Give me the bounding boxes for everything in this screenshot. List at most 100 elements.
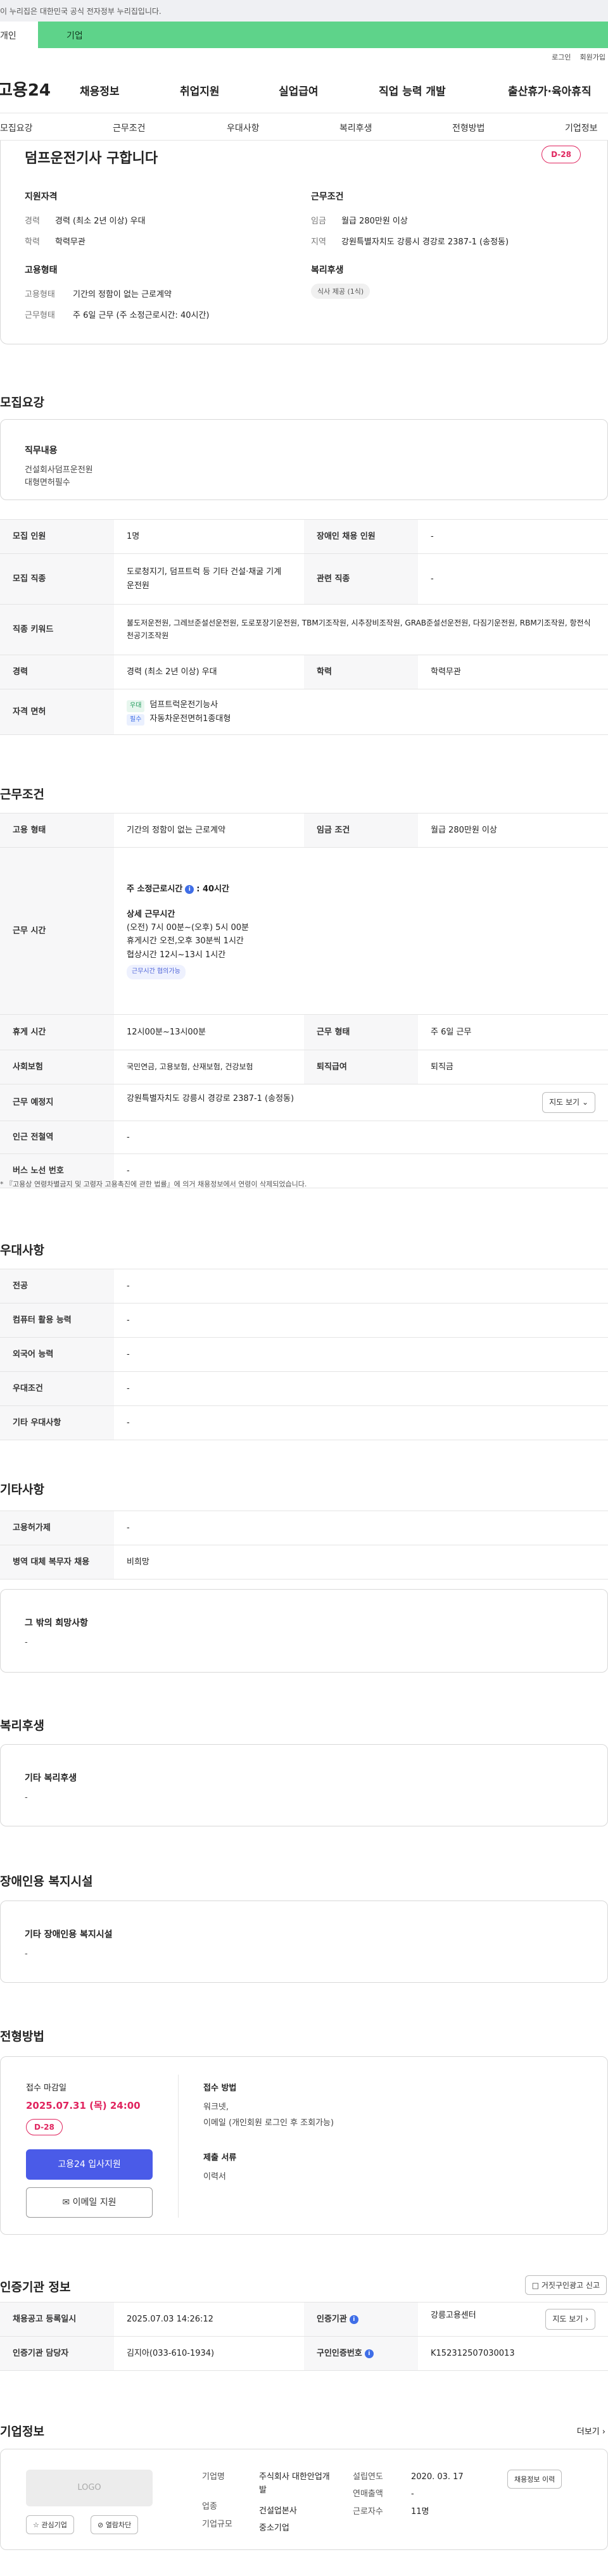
etc-section-title: 기타사항 xyxy=(0,1483,44,1497)
apply-online-button[interactable]: 고용24 입사지원 xyxy=(26,2149,153,2180)
tab-personal[interactable]: 개인 xyxy=(0,22,38,48)
wish-box: 그 밖의 희망사항 - xyxy=(0,1589,608,1673)
method-line: 이메일 (개인회원 로그인 후 조회가능) xyxy=(203,2118,334,2128)
cell-key: 사회보험 xyxy=(0,1050,114,1084)
job-history-button[interactable]: 채용정보 이력 xyxy=(507,2470,562,2489)
company-section-title: 기업정보 xyxy=(0,2425,44,2439)
num-key: 구인인증번호 xyxy=(317,2348,362,2358)
location-value: 강원특별자치도 강릉시 경강로 2387-1 (송정동) xyxy=(127,1093,294,1103)
email-apply-button[interactable]: ✉ 이메일 지원 xyxy=(26,2187,153,2218)
company-key: 기업규모 xyxy=(202,2519,232,2529)
info-icon[interactable]: i xyxy=(364,2349,374,2358)
duty-line: 대형면허필수 xyxy=(25,478,70,488)
document-icon: □ xyxy=(531,2281,540,2290)
cell-value: - xyxy=(114,1303,608,1338)
email-apply-label: 이메일 지원 xyxy=(72,2197,117,2208)
cert-section-title: 인증기관 정보 xyxy=(0,2280,71,2294)
favorite-label: 관심기업 xyxy=(41,2521,67,2529)
report-fake-ad-button[interactable]: □ 거짓구인광고 신고 xyxy=(524,2275,607,2295)
company-logo-placeholder: LOGO xyxy=(26,2470,153,2506)
disab-section-title: 장애인용 복지시설 xyxy=(0,1875,93,1888)
anchor-recruit[interactable]: 모집요강 xyxy=(0,122,33,134)
license-name: 자동차운전면허1종대형 xyxy=(149,713,231,724)
gnb-item-support[interactable]: 취업지원 xyxy=(180,82,220,98)
docs-label: 제출 서류 xyxy=(203,2153,237,2163)
apply-box: 접수 마감일 2025.07.31 (목) 24:00 D-28 고용24 입사… xyxy=(0,2056,608,2235)
block-view-button[interactable]: ⊘ 열람차단 xyxy=(91,2515,139,2534)
gnb-item-jobs[interactable]: 채용정보 xyxy=(80,82,120,98)
welfare-section-title: 복리후생 xyxy=(0,1719,44,1733)
company-key: 기업명 xyxy=(202,2472,225,2482)
anchor-work[interactable]: 근무조건 xyxy=(113,122,146,134)
cell-value: 1명 xyxy=(114,519,304,554)
dday-badge: D-28 xyxy=(542,146,581,163)
signup-link[interactable]: 회원가입 xyxy=(580,53,605,61)
region-key: 지역 xyxy=(311,237,326,247)
company-values-col2: 2020. 03. 17 - 11명 xyxy=(411,2468,464,2520)
license-badge: 우대 xyxy=(127,700,145,712)
company-industry: 건설업본사 xyxy=(259,2506,297,2516)
hours-line: 휴게시간 오전,오후 30분씩 1시간 xyxy=(127,936,244,946)
worktype-value: 주 6일 근무 (주 소정근로시간: 40시간) xyxy=(73,311,210,320)
cell-key: 근무 시간 xyxy=(0,847,114,1015)
work-section-title: 근무조건 xyxy=(0,788,44,801)
welfare-group: 복리후생 식사 제공 (1식) xyxy=(311,263,370,299)
gnb-item-benefit[interactable]: 실업급여 xyxy=(279,82,319,98)
hours-cell: 주 소정근로시간 i: 40시간 상세 근무시간 (오전) 7시 00분~(오후)… xyxy=(114,847,608,1015)
company-more-link[interactable]: 더보기 › xyxy=(577,2425,605,2437)
cell-key: 채용공고 등록일시 xyxy=(0,2302,114,2337)
company-values-col1: 주식회사 대한안업개발 건설업본사 중소기업 xyxy=(259,2468,332,2537)
gnb-item-training[interactable]: 직업 능력 개발 xyxy=(379,82,446,98)
cell-value: 12시00분~13시00분 xyxy=(114,1014,304,1050)
hours-line: (오전) 7시 00분~(오후) 5시 00분 xyxy=(127,923,250,933)
license-cell: 우대 덤프트럭운전기능사 필수 자동차운전면허1종대형 xyxy=(114,689,608,735)
tab-company[interactable]: 기업 xyxy=(38,22,608,48)
welfare-heading: 복리후생 xyxy=(311,265,344,275)
favorite-company-button[interactable]: ☆ 관심기업 xyxy=(26,2515,74,2534)
cell-key: 퇴직급여 xyxy=(304,1050,418,1084)
cell-value: - xyxy=(114,1121,608,1154)
wish-label: 그 밖의 희망사항 xyxy=(25,1618,88,1628)
cell-value: 도로청지기, 덤프트럭 등 기타 건설·채굴 기계 운전원 xyxy=(114,553,304,605)
gnb-item-leave[interactable]: 출산휴가·육아휴직 xyxy=(508,82,592,98)
wish-value: - xyxy=(25,1638,28,1647)
hours-line: 협상시간 12시~13시 1시간 xyxy=(127,950,226,960)
wage-value: 월급 280만원 이상 xyxy=(341,217,408,226)
anchor-welfare[interactable]: 복리후생 xyxy=(339,122,372,134)
login-link[interactable]: 로그인 xyxy=(552,53,571,61)
cell-key: 고용 형태 xyxy=(0,813,114,848)
info-icon[interactable]: i xyxy=(185,885,194,895)
cell-value: 월급 280만원 이상 xyxy=(418,813,608,848)
worktype-key: 근무형태 xyxy=(25,311,55,320)
cell-value: 기간의 정함이 없는 근로계약 xyxy=(114,813,304,848)
chevron-right-icon: › xyxy=(602,2427,605,2437)
career-key: 경력 xyxy=(25,217,40,226)
anchor-process[interactable]: 전형방법 xyxy=(452,122,485,134)
employment-group: 고용형태 고용형태 기간의 정함이 없는 근로계약 근무형태 주 6일 근무 (주 … xyxy=(25,263,209,329)
disab-label: 기타 장애인용 복지시설 xyxy=(25,1930,113,1940)
deadline-value: 2025.07.31 (목) 24:00 xyxy=(26,2100,141,2111)
cell-value: - xyxy=(114,1269,608,1304)
cell-key-num: 구인인증번호 i xyxy=(304,2336,418,2371)
anchor-company[interactable]: 기업정보 xyxy=(565,122,598,134)
deadline-label: 접수 마감일 xyxy=(26,2083,66,2093)
cell-key: 외국어 능력 xyxy=(0,1337,114,1372)
cell-key: 근무 예정지 xyxy=(0,1084,114,1121)
disab-box: 기타 장애인용 복지시설 - xyxy=(0,1901,608,1983)
info-icon[interactable]: i xyxy=(349,2315,358,2324)
cell-key: 휴게 시간 xyxy=(0,1014,114,1050)
cell-key: 기타 우대사항 xyxy=(0,1405,114,1440)
cell-key: 모집 직종 xyxy=(0,553,114,605)
site-logo[interactable]: 고용24 xyxy=(0,77,73,101)
cell-key: 자격 면허 xyxy=(0,689,114,735)
divider xyxy=(178,2075,179,2218)
map-button[interactable]: 지도 보기 ⌄ xyxy=(542,1091,595,1114)
global-nav: 고용24 채용정보 취업지원 실업급여 직업 능력 개발 출산휴가·육아휴직 xyxy=(0,65,608,113)
anchor-pref[interactable]: 우대사항 xyxy=(227,122,260,134)
map-button-label: 지도 보기 xyxy=(552,2314,583,2323)
cell-key: 인근 전철역 xyxy=(0,1121,114,1154)
welfare-box: 기타 복리후생 - xyxy=(0,1744,608,1826)
agency-map-button[interactable]: 지도 보기 › xyxy=(545,2308,595,2330)
region-value: 강원특별자치도 강릉시 경강로 2387-1 (송정동) xyxy=(341,237,509,247)
cell-value: 경력 (최소 2년 이상) 우대 xyxy=(114,655,304,689)
